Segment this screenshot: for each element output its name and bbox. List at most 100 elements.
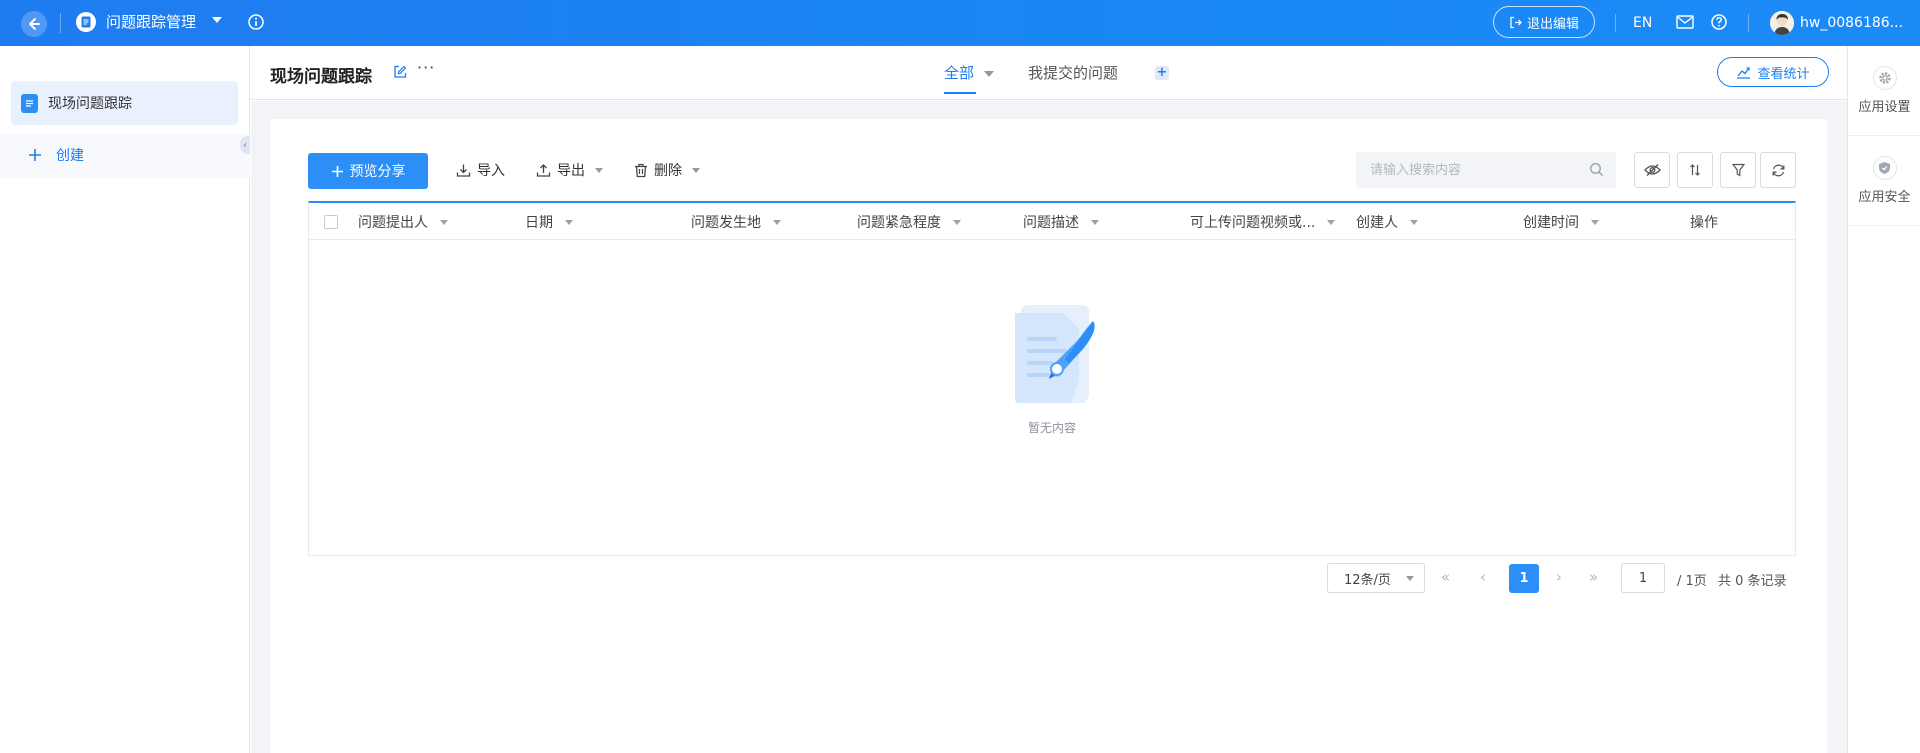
filter-icon — [1731, 163, 1745, 177]
chevron-down-icon — [1327, 219, 1336, 225]
hide-fields-button[interactable] — [1634, 152, 1670, 188]
column-header-label: 操作 — [1690, 215, 1718, 231]
download-icon — [456, 164, 471, 177]
page-size-select[interactable]: 12条/页 — [1327, 563, 1425, 593]
column-header-created-time[interactable]: 创建时间 — [1523, 212, 1599, 232]
chevron-down-icon — [595, 167, 603, 173]
column-header-label: 可上传问题视频或... — [1190, 215, 1316, 231]
exit-edit-label: 退出编辑 — [1526, 16, 1579, 32]
delete-button[interactable]: 删除 — [634, 160, 700, 180]
app-title[interactable]: 问题跟踪管理 — [106, 12, 196, 32]
chevron-down-icon — [1406, 576, 1414, 581]
column-header-label: 问题描述 — [1023, 215, 1079, 231]
edit-icon[interactable] — [393, 65, 407, 79]
collapse-sidebar-handle[interactable]: ‹ — [240, 136, 250, 154]
last-page-icon[interactable]: » — [1589, 568, 1598, 586]
chart-icon — [1737, 66, 1751, 79]
next-page-icon[interactable]: › — [1556, 568, 1562, 586]
app-settings-button[interactable]: 应用设置 — [1848, 46, 1920, 136]
column-header-location[interactable]: 问题发生地 — [691, 212, 781, 232]
mail-icon[interactable] — [1676, 14, 1694, 30]
chevron-down-icon — [440, 219, 448, 225]
chevron-down-icon[interactable] — [212, 17, 222, 23]
plus-icon — [29, 149, 41, 161]
username[interactable]: hw_0086186... — [1800, 13, 1903, 33]
divider — [1748, 14, 1749, 32]
refresh-button[interactable] — [1760, 152, 1796, 188]
view-stats-label: 查看统计 — [1757, 66, 1810, 82]
column-header-creator[interactable]: 创建人 — [1356, 212, 1418, 232]
column-header-label: 问题提出人 — [358, 215, 428, 231]
data-table: 问题提出人 日期 问题发生地 问题紧急程度 问题描述 可上传问题视频或... 创… — [308, 201, 1796, 556]
back-button[interactable] — [21, 11, 47, 37]
divider — [1615, 14, 1616, 32]
view-stats-button[interactable]: 查看统计 — [1717, 57, 1829, 87]
prev-page-icon[interactable]: ‹ — [1480, 568, 1486, 586]
arrow-left-icon — [29, 18, 40, 30]
add-tab-button[interactable]: + — [1155, 66, 1169, 80]
more-options-icon[interactable]: ··· — [417, 58, 435, 77]
page-number-current[interactable]: 1 — [1509, 564, 1539, 593]
tab-all[interactable]: 全部 — [944, 62, 974, 84]
chevron-down-icon — [1591, 219, 1599, 225]
upload-icon — [536, 163, 551, 177]
avatar[interactable] — [1770, 11, 1794, 35]
export-label: 导出 — [557, 163, 585, 179]
create-label: 创建 — [56, 148, 84, 164]
sidebar-item-label: 现场问题跟踪 — [48, 96, 132, 112]
right-rail: 应用设置 应用安全 — [1847, 46, 1920, 753]
sort-icon — [1690, 164, 1700, 176]
filter-button[interactable] — [1720, 152, 1756, 188]
search-icon[interactable] — [1589, 162, 1604, 177]
column-header-video[interactable]: 可上传问题视频或... — [1190, 212, 1336, 232]
total-records: 共 0 条记录 — [1718, 574, 1787, 589]
page-size-label: 12条/页 — [1344, 572, 1391, 588]
gear-icon — [1872, 66, 1897, 90]
import-button[interactable]: 导入 — [456, 160, 505, 180]
sidebar: 现场问题跟踪 创建 ‹ — [0, 46, 250, 753]
column-header-proposer[interactable]: 问题提出人 — [358, 212, 448, 232]
app-security-label: 应用安全 — [1858, 190, 1911, 205]
column-header-description[interactable]: 问题描述 — [1023, 212, 1099, 232]
table-header: 问题提出人 日期 问题发生地 问题紧急程度 问题描述 可上传问题视频或... 创… — [309, 203, 1795, 240]
column-header-label: 创建人 — [1356, 215, 1398, 231]
select-all-checkbox[interactable] — [324, 215, 338, 229]
column-header-label: 创建时间 — [1523, 215, 1579, 231]
preview-share-button[interactable]: 预览分享 — [308, 153, 428, 189]
chevron-down-icon[interactable] — [984, 71, 994, 77]
chevron-down-icon — [692, 167, 700, 173]
sidebar-item-field-issue-tracking[interactable]: 现场问题跟踪 — [11, 81, 238, 125]
column-header-label: 问题紧急程度 — [857, 215, 941, 231]
help-icon[interactable] — [1710, 13, 1728, 31]
app-settings-label: 应用设置 — [1858, 100, 1911, 115]
exit-icon — [1510, 16, 1522, 28]
column-header-date[interactable]: 日期 — [525, 212, 573, 232]
trash-icon — [635, 163, 647, 177]
top-bar: 问题跟踪管理 退出编辑 EN hw_0086186... — [0, 0, 1920, 46]
chevron-down-icon — [565, 219, 573, 225]
chevron-down-icon — [1091, 219, 1099, 225]
preview-share-label: 预览分享 — [349, 164, 406, 180]
page-title: 现场问题跟踪 — [270, 67, 372, 87]
create-button[interactable]: 创建 — [28, 145, 84, 165]
column-header-label: 问题发生地 — [691, 215, 761, 231]
info-icon[interactable] — [247, 13, 265, 31]
language-switch[interactable]: EN — [1633, 13, 1652, 33]
first-page-icon[interactable]: « — [1441, 568, 1450, 586]
search-input[interactable] — [1356, 152, 1616, 188]
sort-button[interactable] — [1677, 152, 1713, 188]
tab-my-submitted[interactable]: 我提交的问题 — [1028, 62, 1118, 84]
total-pages: / 1页 — [1677, 574, 1707, 589]
page-jump-input[interactable] — [1621, 563, 1665, 593]
empty-state-text: 暂无内容 — [1027, 421, 1076, 435]
app-icon — [76, 12, 96, 32]
chevron-down-icon — [953, 219, 961, 225]
chevron-down-icon — [773, 219, 781, 225]
app-security-button[interactable]: 应用安全 — [1848, 136, 1920, 226]
exit-edit-button[interactable]: 退出编辑 — [1493, 6, 1595, 38]
divider — [60, 13, 61, 33]
refresh-icon — [1772, 164, 1784, 176]
export-button[interactable]: 导出 — [536, 160, 603, 180]
document-icon — [21, 93, 38, 113]
column-header-urgency[interactable]: 问题紧急程度 — [857, 212, 961, 232]
